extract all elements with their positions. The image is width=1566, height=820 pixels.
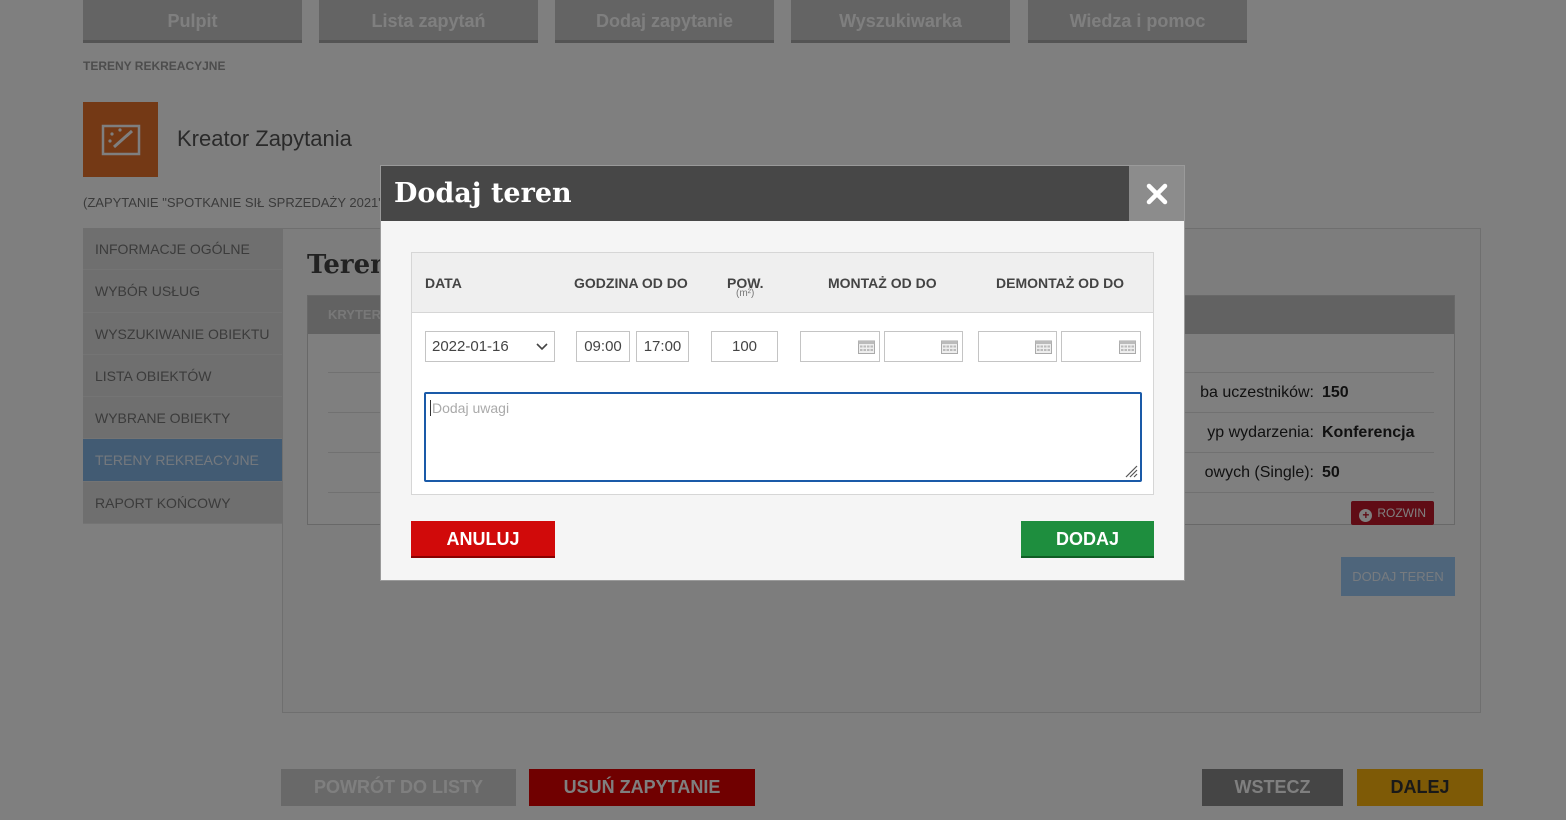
time-to-input[interactable]: 17:00 [636, 331, 689, 362]
area-form: DATA GODZINA OD DO POW. (m²) MONTAŻ OD D… [411, 252, 1154, 495]
column-assembly: MONTAŻ OD DO [828, 275, 937, 291]
disassembly-to-input[interactable] [1061, 331, 1141, 362]
modal-header: Dodaj teren [381, 166, 1184, 221]
time-from-input[interactable]: 09:00 [576, 331, 630, 362]
resize-handle-icon[interactable] [1124, 464, 1138, 478]
cancel-button[interactable]: ANULUJ [411, 521, 555, 558]
column-disassembly: DEMONTAŻ OD DO [996, 275, 1125, 291]
chevron-down-icon [536, 343, 548, 351]
disassembly-from-input[interactable] [978, 331, 1057, 362]
date-select-value: 2022-01-16 [432, 338, 509, 355]
form-column-headers: DATA GODZINA OD DO POW. (m²) MONTAŻ OD D… [412, 253, 1153, 313]
modal-title: Dodaj teren [394, 178, 572, 209]
column-hours: GODZINA OD DO [574, 275, 688, 291]
assembly-from-input[interactable] [800, 331, 880, 362]
notes-placeholder: Dodaj uwagi [432, 400, 510, 416]
calendar-icon[interactable] [1119, 339, 1136, 354]
column-area-unit: (m²) [736, 288, 755, 299]
notes-textarea[interactable]: Dodaj uwagi [424, 392, 1142, 482]
calendar-icon[interactable] [941, 339, 958, 354]
text-caret [430, 400, 431, 416]
calendar-icon[interactable] [858, 339, 875, 354]
calendar-icon[interactable] [1035, 339, 1052, 354]
area-input[interactable]: 100 [711, 331, 778, 362]
date-select[interactable]: 2022-01-16 [425, 331, 555, 362]
close-icon[interactable] [1129, 166, 1184, 221]
add-area-modal: Dodaj teren DATA GODZINA OD DO POW. (m²)… [380, 165, 1185, 581]
add-button[interactable]: DODAJ [1021, 521, 1154, 558]
assembly-to-input[interactable] [884, 331, 963, 362]
column-date: DATA [425, 275, 462, 291]
